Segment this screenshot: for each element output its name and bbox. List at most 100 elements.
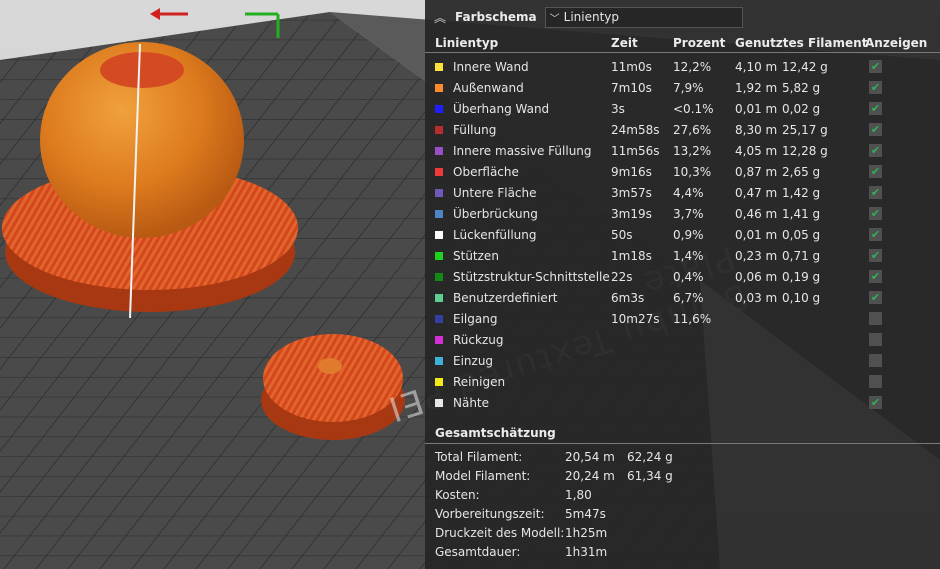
color-swatch: [435, 398, 443, 407]
col-percent: Prozent: [673, 36, 726, 50]
percent-value: 0,4%: [673, 269, 704, 284]
show-checkbox[interactable]: ✔: [869, 270, 882, 283]
show-checkbox[interactable]: [869, 354, 882, 367]
percent-value: <0.1%: [673, 101, 714, 116]
show-checkbox[interactable]: [869, 312, 882, 325]
show-toggle-cell: ✔: [865, 270, 929, 283]
color-swatch: [435, 188, 443, 197]
time-value: 7m10s: [611, 80, 652, 95]
percent-value: 10,3%: [673, 164, 712, 179]
percent-value: 1,4%: [673, 248, 704, 263]
table-row: Nähte ✔: [425, 392, 940, 413]
color-swatch: [435, 104, 443, 113]
show-checkbox[interactable]: ✔: [869, 60, 882, 73]
line-type-label: Nähte: [453, 395, 490, 410]
color-swatch: [435, 125, 443, 134]
show-toggle-cell: [865, 375, 929, 388]
time-value: 1m18s: [611, 248, 652, 263]
line-type-label: Überbrückung: [453, 206, 538, 221]
table-row: Überhang Wand 3s <0.1% 0,01 m 0,02 g ✔: [425, 98, 940, 119]
table-row: Eilgang 10m27s 11,6%: [425, 308, 940, 329]
weight-value: 1,41 g: [782, 206, 821, 221]
show-checkbox[interactable]: ✔: [869, 396, 882, 409]
line-type-label: Stützen: [453, 248, 499, 263]
line-type-label: Oberfläche: [453, 164, 519, 179]
summary-value-2: 62,24 g: [627, 449, 673, 464]
chevron-up-double-icon[interactable]: ︽: [425, 9, 455, 26]
show-checkbox[interactable]: ✔: [869, 165, 882, 178]
time-value: 3m19s: [611, 206, 652, 221]
show-checkbox[interactable]: ✔: [869, 81, 882, 94]
table-row: Untere Fläche 3m57s 4,4% 0,47 m 1,42 g ✔: [425, 182, 940, 203]
line-type-cell: Stützstruktur-Schnittstelle: [435, 270, 611, 284]
time-value: 11m56s: [611, 143, 660, 158]
line-type-list: Innere Wand 11m0s 12,2% 4,10 m 12,42 g ✔ Außen…: [425, 53, 940, 413]
show-checkbox[interactable]: [869, 333, 882, 346]
col-show: Anzeigen: [865, 36, 928, 50]
show-toggle-cell: ✔: [865, 165, 929, 178]
line-type-label: Innere massive Füllung: [453, 143, 592, 158]
show-checkbox[interactable]: ✔: [869, 249, 882, 262]
show-checkbox[interactable]: ✔: [869, 207, 882, 220]
color-scheme-dropdown[interactable]: ﹀ Linientyp: [544, 6, 743, 28]
color-swatch: [435, 62, 443, 71]
show-checkbox[interactable]: ✔: [869, 123, 882, 136]
time-value: 50s: [611, 227, 633, 242]
summary-row: Total Filament: 20,54 m 62,24 g: [425, 447, 940, 466]
summary-value: 1h25m: [565, 525, 608, 540]
length-value: 0,23 m: [735, 248, 778, 263]
table-row: Stützstruktur-Schnittstelle 22s 0,4% 0,06 m…: [425, 266, 940, 287]
color-swatch: [435, 377, 443, 386]
length-value: 0,01 m: [735, 101, 778, 116]
length-value: 0,01 m: [735, 227, 778, 242]
length-value: 4,05 m: [735, 143, 778, 158]
line-type-cell: Innere Wand: [435, 60, 611, 74]
summary-list: Total Filament: 20,54 m 62,24 g Model Filam…: [425, 444, 940, 561]
summary-row: Gesamtdauer: 1h31m: [425, 542, 940, 561]
table-row: Rückzug: [425, 329, 940, 350]
show-toggle-cell: ✔: [865, 291, 929, 304]
show-checkbox[interactable]: ✔: [869, 186, 882, 199]
line-type-cell: Innere massive Füllung: [435, 144, 611, 158]
line-type-cell: Rückzug: [435, 333, 611, 347]
table-header: Linientyp Zeit Prozent Genutztes Filamen…: [425, 34, 940, 53]
color-swatch: [435, 146, 443, 155]
summary-row: Model Filament: 20,24 m 61,34 g: [425, 466, 940, 485]
weight-value: 0,19 g: [782, 269, 821, 284]
percent-value: 4,4%: [673, 185, 704, 200]
show-toggle-cell: ✔: [865, 249, 929, 262]
show-toggle-cell: ✔: [865, 81, 929, 94]
weight-value: 0,10 g: [782, 290, 821, 305]
show-toggle-cell: ✔: [865, 228, 929, 241]
weight-value: 25,17 g: [782, 122, 828, 137]
col-time: Zeit: [611, 36, 638, 50]
summary-label: Model Filament:: [435, 468, 531, 483]
show-checkbox[interactable]: [869, 375, 882, 388]
line-type-cell: Nähte: [435, 396, 611, 410]
summary-row: Kosten: 1,80: [425, 485, 940, 504]
summary-value: 1h31m: [565, 544, 608, 559]
summary-value: 20,54 m: [565, 449, 615, 464]
col-filament: Genutztes Filament: [735, 36, 868, 50]
percent-value: 0,9%: [673, 227, 704, 242]
percent-value: 27,6%: [673, 122, 712, 137]
show-checkbox[interactable]: ✔: [869, 102, 882, 115]
length-value: 0,03 m: [735, 290, 778, 305]
table-row: Innere Wand 11m0s 12,2% 4,10 m 12,42 g ✔: [425, 56, 940, 77]
axis-x-arrow: [150, 8, 160, 20]
line-type-cell: Benutzerdefiniert: [435, 291, 611, 305]
table-row: Füllung 24m58s 27,6% 8,30 m 25,17 g ✔: [425, 119, 940, 140]
summary-label: Kosten:: [435, 487, 480, 502]
show-checkbox[interactable]: ✔: [869, 291, 882, 304]
line-type-label: Innere Wand: [453, 59, 529, 74]
summary-value: 1,80: [565, 487, 592, 502]
length-value: 0,87 m: [735, 164, 778, 179]
time-value: 6m3s: [611, 290, 645, 305]
length-value: 0,47 m: [735, 185, 778, 200]
line-type-label: Außenwand: [453, 80, 524, 95]
show-checkbox[interactable]: ✔: [869, 144, 882, 157]
summary-row: Druckzeit des Modell: 1h25m: [425, 523, 940, 542]
summary-label: Vorbereitungszeit:: [435, 506, 545, 521]
color-swatch: [435, 167, 443, 176]
show-checkbox[interactable]: ✔: [869, 228, 882, 241]
